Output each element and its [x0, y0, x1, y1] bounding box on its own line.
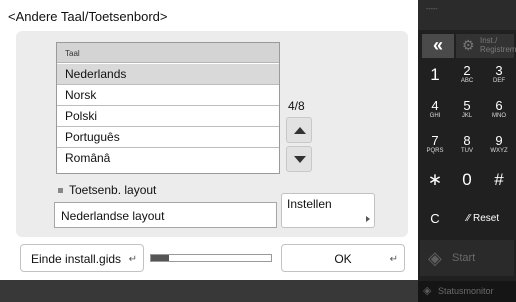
keypad-key-digit: ∗ [427, 170, 443, 189]
keypad-panel: ----- « ⚙ Inst./ Registrem 1 2 ABC 3 DEF 4 GHI… [418, 0, 516, 302]
keypad-key-digit: # [494, 170, 504, 189]
scroll-up-button[interactable] [286, 117, 312, 143]
keypad-key-digit: 4 [431, 98, 439, 113]
back-button[interactable]: « [422, 34, 454, 58]
page-title: <Andere Taal/Toetsenbord> [8, 9, 168, 24]
language-item[interactable]: Românâ [57, 148, 279, 169]
keypad-key[interactable]: 6 MNO [484, 97, 514, 125]
arrow-down-icon [294, 156, 306, 163]
bottom-status-strip [0, 280, 418, 302]
keypad-key[interactable]: 4 GHI [420, 97, 450, 125]
keypad-key-digit: 7 [431, 133, 439, 148]
keypad-key[interactable]: 5 JKL [452, 97, 482, 125]
keypad-key-letters: TUV [461, 148, 473, 154]
scroll-down-button[interactable] [286, 146, 312, 172]
keypad-key-letters: MNO [492, 113, 506, 119]
enter-icon: ↵ [389, 254, 398, 265]
keyboard-layout-field: Nederlandse layout [54, 202, 277, 228]
language-list-header: Taal [57, 43, 279, 63]
language-list: Taal Nederlands Norsk Polski Português R… [56, 42, 280, 174]
keypad-key-digit: 9 [495, 133, 503, 148]
main-screen: <Andere Taal/Toetsenbord> Taal Nederland… [0, 0, 418, 302]
language-item[interactable]: Nederlands [57, 64, 279, 85]
language-item[interactable]: Português [57, 127, 279, 148]
keypad-key[interactable]: # [484, 167, 514, 195]
keypad-key-letters: GHI [429, 113, 441, 119]
progress-bar-fill [151, 255, 169, 261]
clear-key[interactable]: C [420, 206, 450, 232]
keypad-key-letters: JKL [461, 113, 473, 119]
reset-button[interactable]: ⁄⁄ Reset [452, 206, 514, 232]
corner-arrow-icon [366, 216, 370, 222]
registration-button[interactable]: ⚙ Inst./ Registrem [456, 34, 516, 58]
keypad-key[interactable]: ∗ [420, 167, 450, 195]
keypad-key-digit: 8 [463, 133, 471, 148]
keypad-key[interactable]: 7 PQRS [420, 132, 450, 160]
keypad-key-letters: WXYZ [490, 148, 508, 154]
keypad-top-text: ----- [426, 6, 438, 13]
keypad-key[interactable]: 1 [420, 62, 450, 90]
enter-icon: ↵ [128, 254, 137, 265]
start-icon: ◈ [428, 248, 442, 268]
keypad-key-digit: 0 [462, 170, 472, 189]
page-counter: 4/8 [288, 99, 305, 113]
keypad-key-digit: 3 [495, 63, 503, 78]
bullet-icon [58, 188, 63, 194]
set-button[interactable]: Instellen [281, 193, 375, 228]
ok-button[interactable]: OK ↵ [281, 244, 405, 272]
start-button[interactable]: ◈ Start [420, 240, 514, 276]
keypad-key-digit: 1 [430, 65, 440, 84]
keypad-key-letters: PQRS [426, 148, 444, 154]
keypad-key[interactable]: 8 TUV [452, 132, 482, 160]
status-monitor-label: Statusmonitor [438, 286, 494, 296]
keypad-key[interactable]: 2 ABC [452, 62, 482, 90]
start-label: Start [452, 252, 476, 264]
arrow-up-icon [294, 127, 306, 134]
keypad-key-letters: DEF [493, 78, 505, 84]
keyboard-layout-label-text: Toetsenb. layout [69, 183, 157, 197]
end-install-guide-button[interactable]: Einde install.gids ↵ [20, 244, 144, 272]
registration-label: Inst./ Registrem [480, 36, 516, 54]
set-button-label: Instellen [287, 197, 332, 211]
progress-bar [150, 254, 272, 262]
gear-icon: ⚙ [462, 37, 475, 53]
language-item[interactable]: Norsk [57, 85, 279, 106]
reset-label: Reset [473, 213, 500, 224]
keypad-key-letters: ABC [460, 78, 474, 84]
language-item[interactable]: Polski [57, 106, 279, 127]
keypad-key-digit: 2 [463, 63, 471, 78]
keypad-key-digit: 6 [495, 98, 503, 113]
status-monitor-button[interactable]: ◈ Statusmonitor [418, 281, 516, 302]
ok-button-label: OK [334, 252, 352, 266]
keypad-key[interactable]: 9 WXYZ [484, 132, 514, 160]
keypad-key[interactable]: 3 DEF [484, 62, 514, 90]
status-monitor-icon: ◈ [423, 285, 432, 297]
end-install-guide-label: Einde install.gids [31, 252, 122, 266]
keypad-key-digit: 5 [463, 98, 471, 113]
keyboard-layout-label: Toetsenb. layout [58, 183, 156, 197]
keypad-top-bar: ----- [418, 0, 516, 30]
keypad-key[interactable]: 0 [452, 167, 482, 195]
